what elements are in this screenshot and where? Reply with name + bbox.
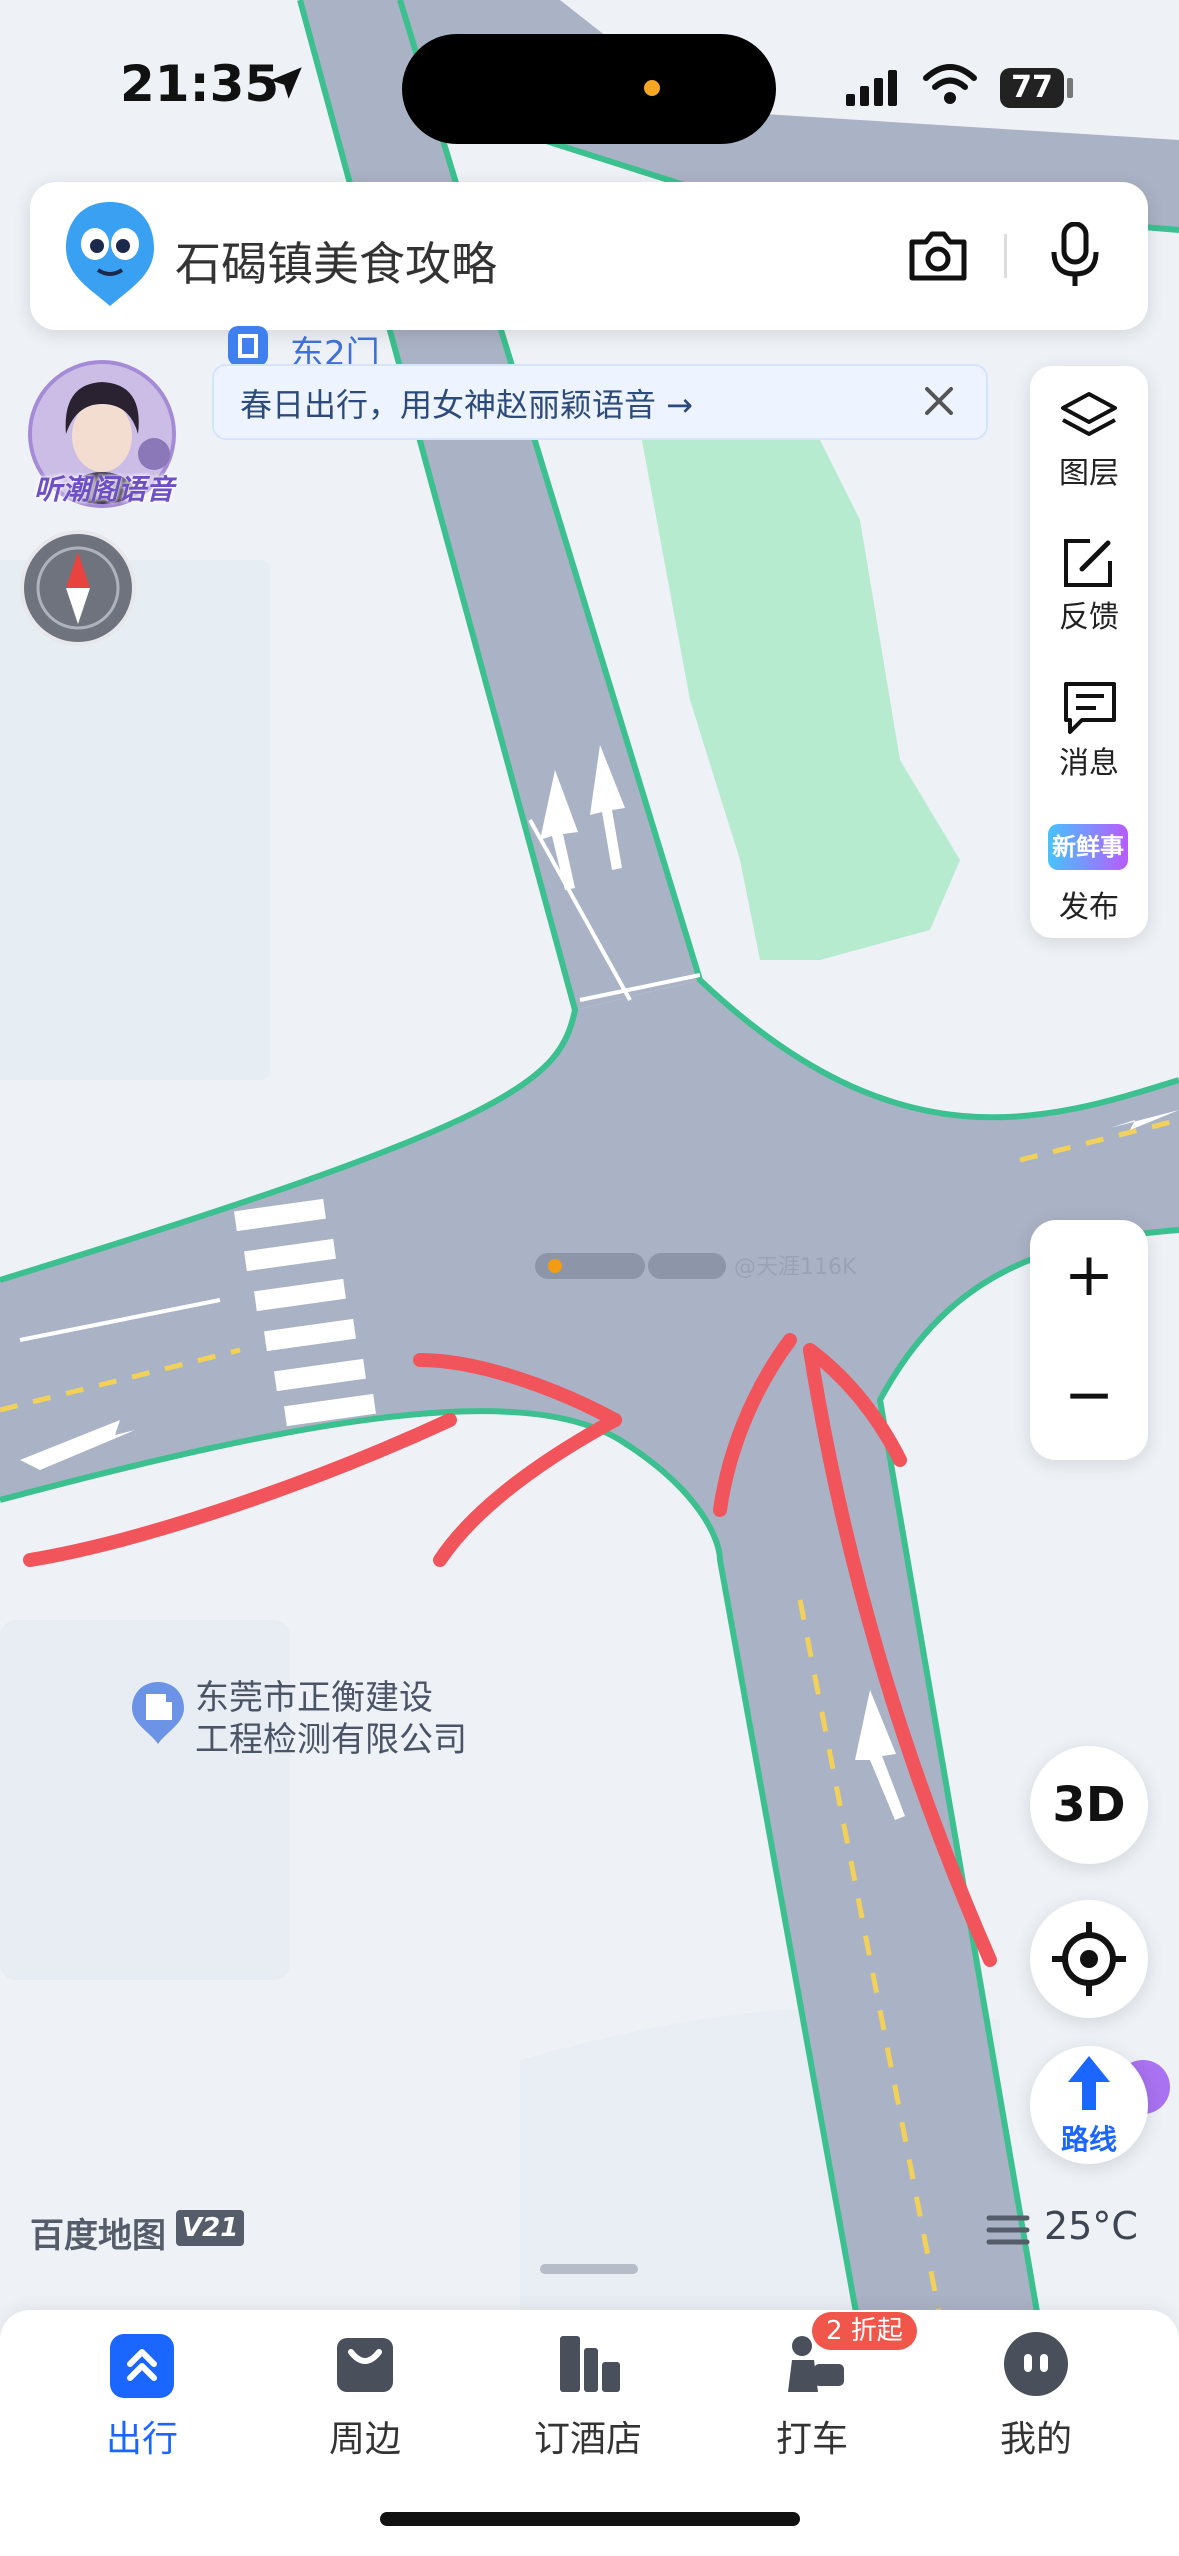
battery-tip: [1067, 78, 1073, 98]
mascot-icon[interactable]: [62, 198, 158, 314]
battery-indicator: 77: [1000, 68, 1064, 108]
watermark-text: @天涯116K: [734, 1255, 857, 1280]
message-icon[interactable]: [1060, 680, 1120, 740]
tab-nearby[interactable]: 周边: [285, 2410, 445, 2462]
tab-profile[interactable]: 我的: [956, 2410, 1116, 2462]
search-input[interactable]: 石碣镇美食攻略: [175, 228, 497, 294]
crosshair-icon: [1052, 1922, 1126, 1996]
tool-messages-label[interactable]: 消息: [1030, 738, 1148, 782]
hotel-icon[interactable]: [556, 2332, 624, 2400]
close-icon[interactable]: [922, 384, 956, 422]
tab-taxi[interactable]: 打车: [732, 2410, 892, 2462]
camera-icon[interactable]: [906, 228, 970, 288]
publish-icon[interactable]: 新鲜事: [1048, 824, 1128, 870]
microphone-icon[interactable]: [1050, 221, 1100, 292]
layers-icon[interactable]: [1059, 390, 1119, 450]
tool-layers-label[interactable]: 图层: [1030, 448, 1148, 492]
location-arrow-icon: [265, 62, 307, 108]
entrance-icon: [228, 326, 268, 366]
profile-icon[interactable]: [1004, 2332, 1068, 2396]
signal-icon: [846, 66, 904, 112]
zoom-out-button[interactable]: −: [1030, 1360, 1148, 1430]
edit-icon[interactable]: [1058, 535, 1118, 595]
tab-travel[interactable]: 出行: [62, 2410, 222, 2462]
tab-hotel[interactable]: 订酒店: [508, 2410, 668, 2462]
voice-pack-label[interactable]: 听潮阁语音: [14, 468, 194, 508]
company-poi-icon[interactable]: [130, 1680, 186, 1750]
route-arrow-icon: [1068, 2056, 1110, 2110]
route-label[interactable]: 路线: [1030, 2118, 1148, 2158]
watermark-logo: [648, 1253, 726, 1279]
3d-toggle-button[interactable]: 3D: [1030, 1746, 1148, 1864]
compass-button[interactable]: [20, 530, 136, 646]
weather-temperature: 25°C: [1044, 2204, 1138, 2248]
tool-publish-label[interactable]: 发布: [1030, 882, 1148, 926]
brand-name: 百度地图: [30, 2216, 166, 2256]
company-poi-line2[interactable]: 工程检测有限公司: [195, 1712, 467, 1761]
locate-button[interactable]: [1030, 1900, 1148, 2018]
taxi-discount-badge: 2 折起: [812, 2312, 917, 2350]
wifi-icon: [922, 62, 978, 112]
promo-text[interactable]: 春日出行，用女神赵丽颖语音 →: [240, 380, 693, 426]
sheet-handle[interactable]: [540, 2264, 638, 2274]
brand-version: V21: [176, 2210, 245, 2246]
travel-icon[interactable]: [110, 2334, 174, 2398]
zoom-in-button[interactable]: +: [1030, 1240, 1148, 1310]
home-indicator[interactable]: [380, 2512, 800, 2526]
nearby-icon[interactable]: [333, 2332, 397, 2400]
search-divider: [1004, 234, 1007, 278]
tool-feedback-label[interactable]: 反馈: [1030, 592, 1148, 636]
privacy-indicator: [644, 80, 660, 96]
status-time: 21:35: [120, 55, 280, 113]
voice-wave-icon: [138, 438, 170, 470]
haze-icon: [985, 2210, 1031, 2254]
dynamic-island: [402, 34, 776, 144]
